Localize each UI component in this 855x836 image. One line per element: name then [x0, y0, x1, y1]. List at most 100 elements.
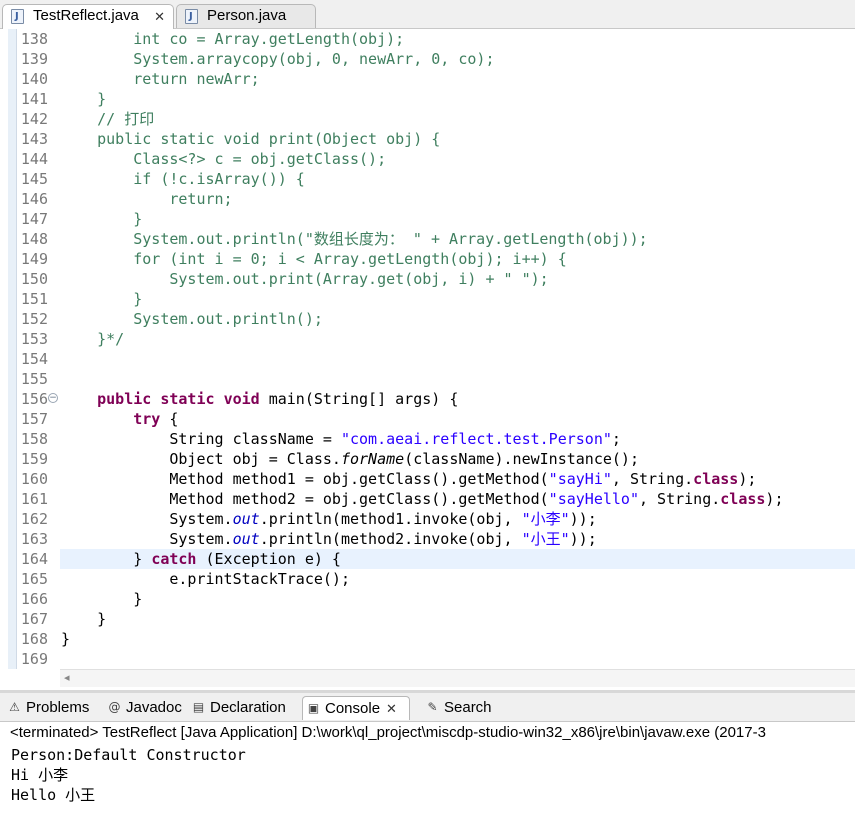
close-icon[interactable]: ✕: [386, 701, 397, 716]
tab-label: Search: [444, 699, 492, 716]
code-line: 142 // 打印: [0, 109, 855, 129]
code-text: }: [61, 289, 142, 309]
eclipse-window: TestReflect.java ✕ Person.java 138 int c…: [0, 0, 855, 836]
tab-person[interactable]: Person.java: [176, 4, 316, 28]
code-plain: }: [133, 550, 152, 568]
code-text: }: [61, 589, 142, 609]
tab-problems[interactable]: ⚠ Problems: [4, 696, 89, 720]
code-line: 150 System.out.print(Array.get(obj, i) +…: [0, 269, 855, 289]
line-number: 138: [20, 30, 48, 48]
code-text: int co = Array.getLength(obj);: [61, 29, 404, 49]
code-text: public static void print(Object obj) {: [61, 129, 440, 149]
code-comment: Class<?> c = obj.getClass();: [133, 150, 387, 168]
line-number: 167: [20, 610, 48, 628]
code-comment: return newArr;: [133, 70, 260, 88]
code-plain: .println(method2.invoke(obj,: [259, 530, 522, 548]
tab-label: Declaration: [210, 699, 286, 716]
javadoc-icon: @: [108, 700, 121, 714]
line-number: 146: [20, 190, 48, 208]
line-number: 166: [20, 590, 48, 608]
console-output-line: Person:Default Constructor: [11, 746, 246, 764]
line-number: 151: [20, 290, 48, 308]
code-plain: Method method2 = obj.getClass().getMetho…: [169, 490, 549, 508]
code-editor[interactable]: 138 int co = Array.getLength(obj); 139 S…: [0, 29, 855, 690]
console-panel: ⚠ Problems @ Javadoc ▤ Declaration ▣ Con…: [0, 690, 855, 836]
tab-label: TestReflect.java: [33, 7, 139, 24]
java-file-icon: [185, 9, 198, 24]
code-line: 140 return newArr;: [0, 69, 855, 89]
static-method: forName: [340, 450, 405, 468]
code-line: 160 Method method1 = obj.getClass().getM…: [0, 469, 855, 489]
static-field: out: [232, 530, 260, 548]
code-plain: System.: [169, 530, 233, 548]
line-number: 150: [20, 270, 48, 288]
line-number: 148: [20, 230, 48, 248]
tab-search[interactable]: ✎ Search: [422, 696, 492, 720]
console-output-line: Hi 小李: [11, 766, 69, 784]
tab-console[interactable]: ▣ Console ✕: [302, 696, 410, 720]
line-number: 140: [20, 70, 48, 88]
code-text: }: [61, 89, 106, 109]
code-line: 149 for (int i = 0; i < Array.getLength(…: [0, 249, 855, 269]
code-text: e.printStackTrace();: [61, 569, 350, 589]
code-plain: System.: [169, 510, 233, 528]
line-number: 139: [20, 50, 48, 68]
code-line: 151 }: [0, 289, 855, 309]
declaration-icon: ▤: [192, 700, 205, 714]
code-line: 139 System.arraycopy(obj, 0, newArr, 0, …: [0, 49, 855, 69]
code-text: System.arraycopy(obj, 0, newArr, 0, co);: [61, 49, 494, 69]
code-line: 155: [0, 369, 855, 389]
line-number: 155: [20, 370, 48, 388]
code-comment: return;: [169, 190, 233, 208]
code-plain: , String.: [611, 470, 694, 488]
line-number: 169: [20, 650, 48, 668]
tab-testreflect[interactable]: TestReflect.java ✕: [2, 4, 174, 29]
code-text: }: [61, 609, 106, 629]
string-literal: "com.aeai.reflect.test.Person": [340, 430, 612, 448]
code-plain: Object obj = Class.: [169, 450, 341, 468]
code-text: return newArr;: [61, 69, 260, 89]
code-comment: // 打印: [97, 110, 155, 128]
string-literal: "小李": [521, 510, 570, 528]
line-number: 160: [20, 470, 48, 488]
code-line: 169: [0, 649, 855, 669]
code-line: 152 System.out.println();: [0, 309, 855, 329]
code-line: 154: [0, 349, 855, 369]
search-icon: ✎: [427, 700, 438, 714]
close-icon[interactable]: ✕: [154, 6, 165, 28]
code-text: System.out.print(Array.get(obj, i) + " "…: [61, 269, 548, 289]
line-number: 147: [20, 210, 48, 228]
code-text: System.out.println(method1.invoke(obj, "…: [61, 509, 597, 529]
code-plain: Method method1 = obj.getClass().getMetho…: [169, 470, 549, 488]
code-text: for (int i = 0; i < Array.getLength(obj)…: [61, 249, 567, 269]
code-line: 144 Class<?> c = obj.getClass();: [0, 149, 855, 169]
code-comment: int co = Array.getLength(obj);: [133, 30, 405, 48]
fold-collapse-icon[interactable]: −: [48, 393, 58, 403]
scroll-left-icon[interactable]: ◂: [64, 671, 70, 684]
code-plain: ));: [569, 510, 597, 528]
horizontal-scrollbar[interactable]: ◂: [60, 669, 855, 687]
code-line: 148 System.out.println("数组长度为： " + Array…: [0, 229, 855, 249]
keyword: try: [133, 410, 161, 428]
code-line: 165 e.printStackTrace();: [0, 569, 855, 589]
keyword: catch: [151, 550, 197, 568]
line-number: 157: [20, 410, 48, 428]
code-text: }*/: [61, 329, 124, 349]
tab-javadoc[interactable]: @ Javadoc: [104, 696, 182, 720]
code-comment: for (int i = 0; i < Array.getLength(obj)…: [133, 250, 567, 268]
line-number: 163: [20, 530, 48, 548]
tab-declaration[interactable]: ▤ Declaration: [188, 696, 286, 720]
